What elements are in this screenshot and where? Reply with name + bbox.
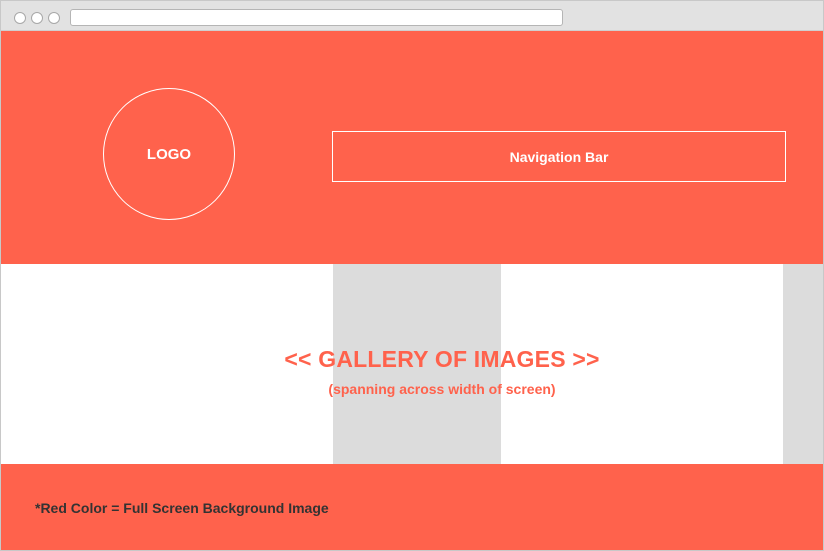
address-bar[interactable]: [70, 9, 563, 26]
image-gallery[interactable]: << GALLERY OF IMAGES >> (spanning across…: [1, 264, 823, 464]
minimize-window-button[interactable]: [31, 12, 43, 24]
gallery-title: << GALLERY OF IMAGES >>: [284, 346, 600, 372]
browser-toolbar: [1, 1, 823, 31]
logo[interactable]: LOGO: [103, 88, 235, 220]
footer-note: *Red Color = Full Screen Background Imag…: [35, 500, 329, 516]
browser-window: LOGO Navigation Bar << GALLERY OF IMAGES…: [0, 0, 824, 551]
gallery-subtitle: (spanning across width of screen): [328, 381, 556, 397]
header-section: LOGO Navigation Bar: [1, 31, 823, 264]
footer-section: *Red Color = Full Screen Background Imag…: [1, 464, 823, 550]
navigation-bar[interactable]: Navigation Bar: [332, 131, 786, 182]
maximize-window-button[interactable]: [48, 12, 60, 24]
close-window-button[interactable]: [14, 12, 26, 24]
navigation-bar-label: Navigation Bar: [509, 148, 609, 165]
logo-label: LOGO: [146, 145, 192, 163]
